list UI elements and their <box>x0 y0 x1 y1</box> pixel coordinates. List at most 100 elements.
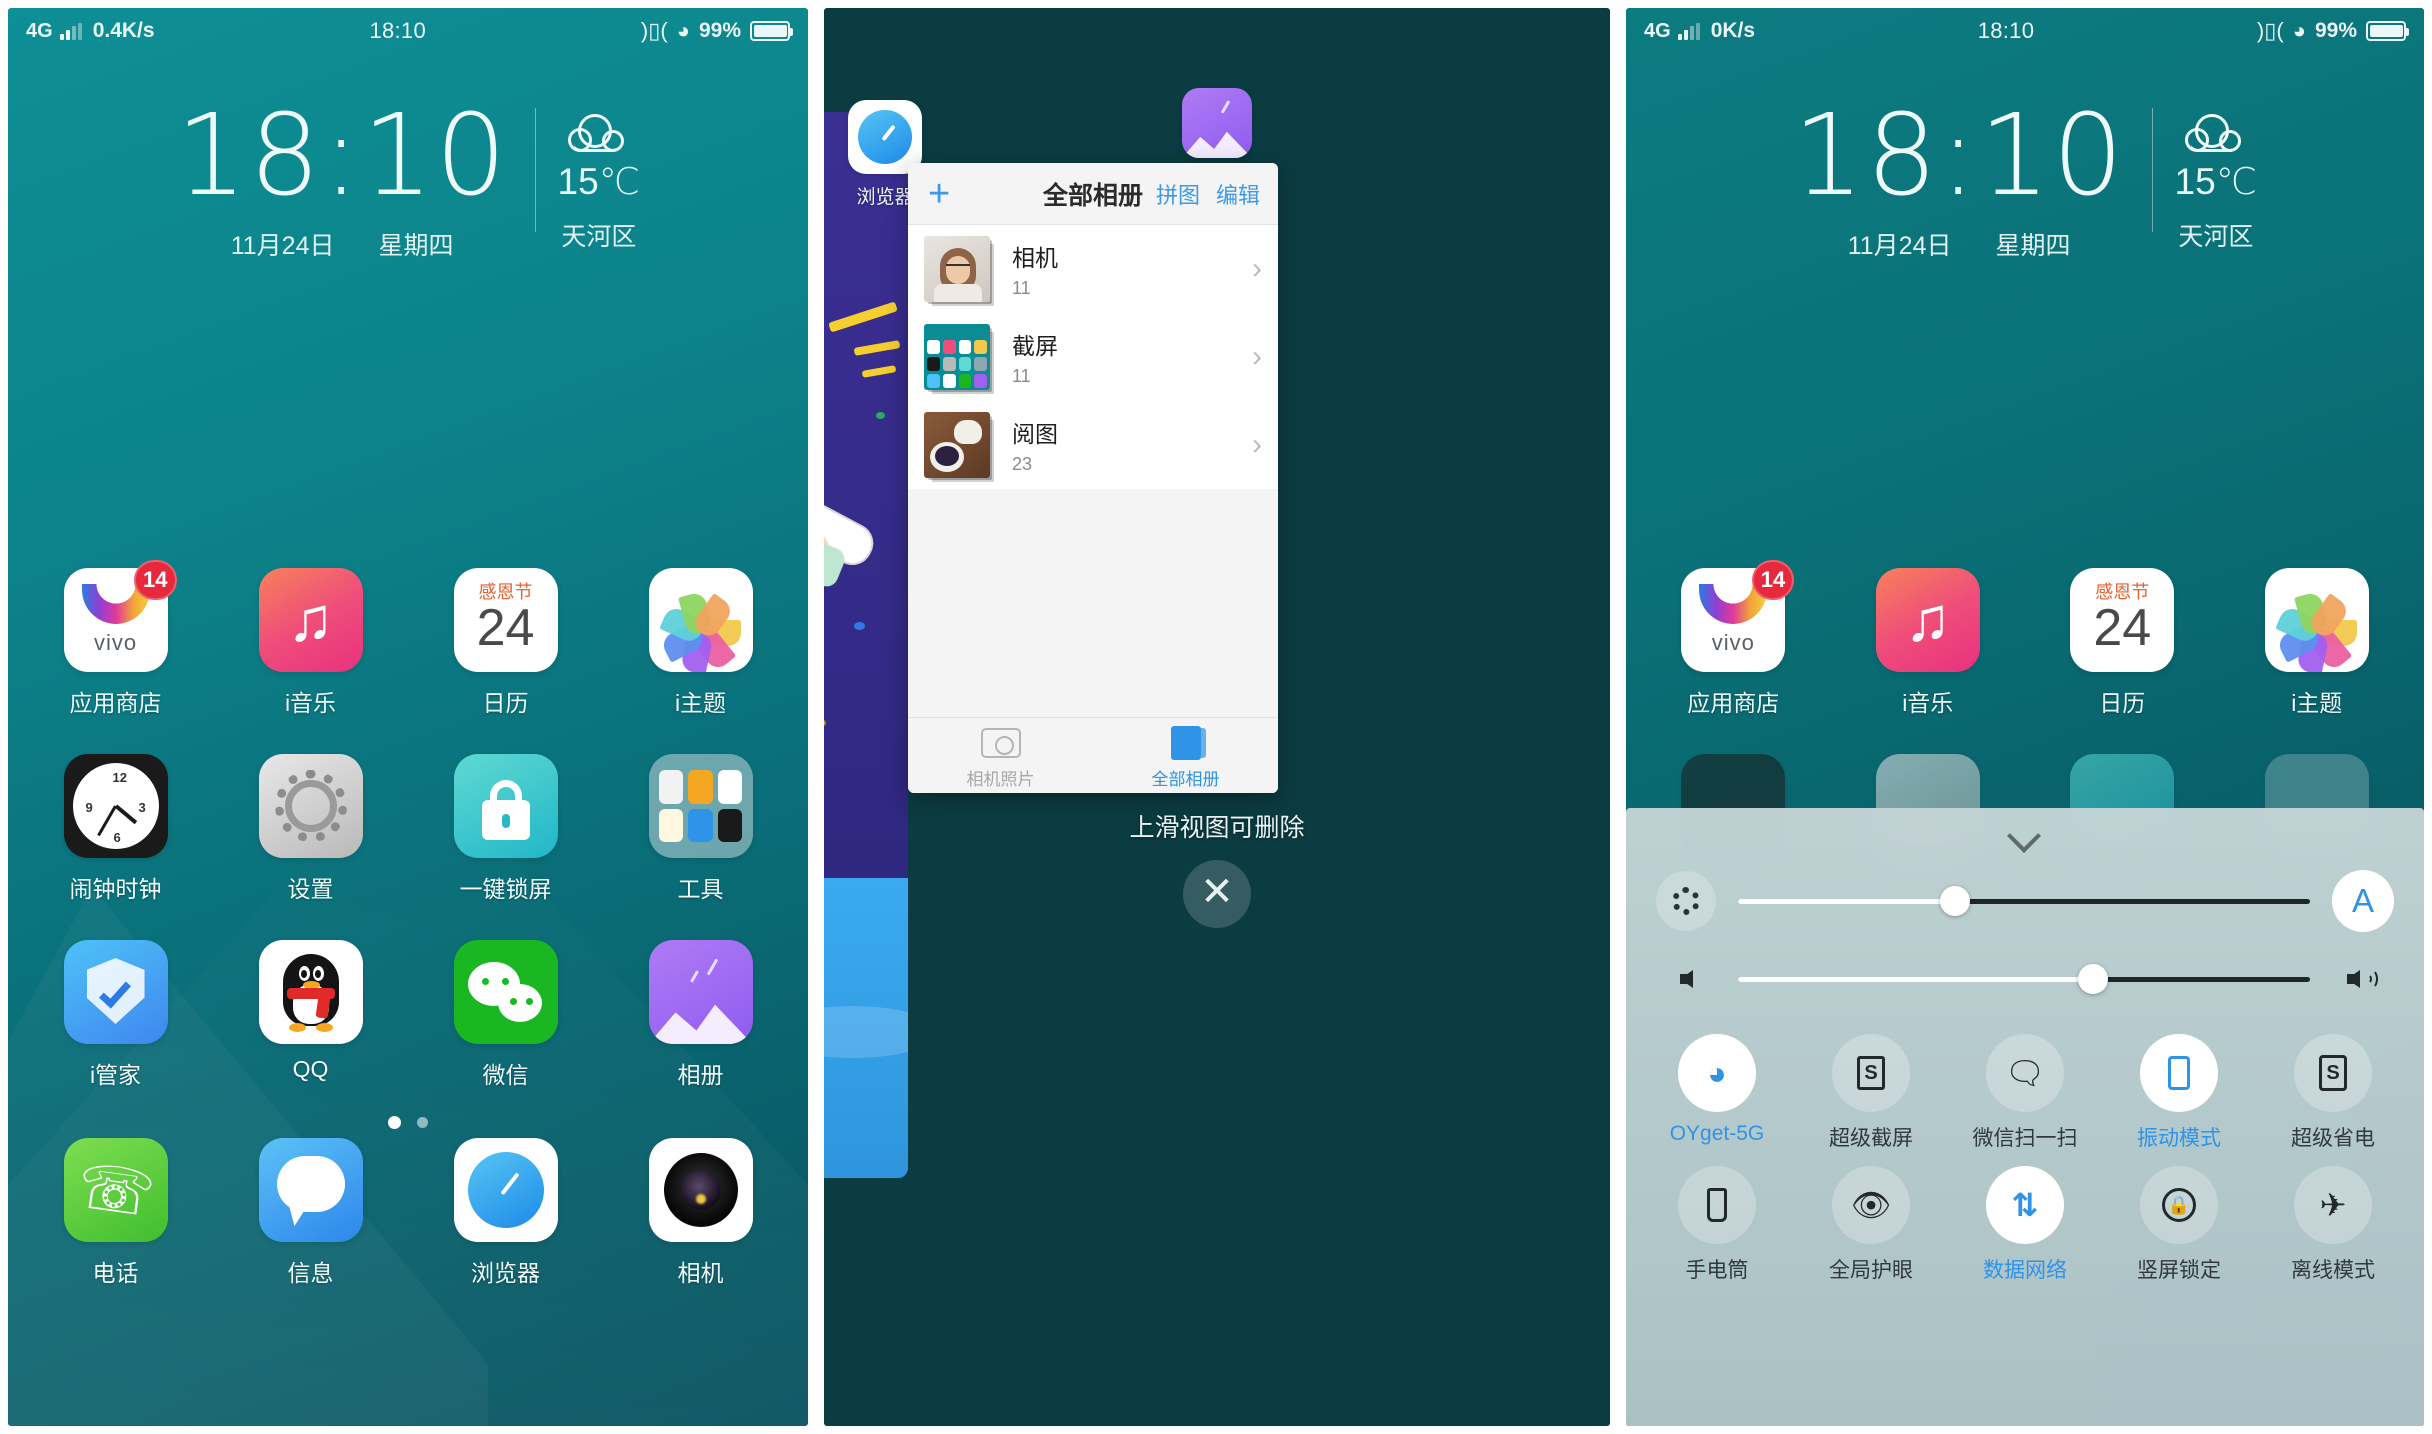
close-icon: ✕ <box>1200 870 1234 914</box>
panel-home-screen: 4G 0.4K/s 18:10 )▯( ◕ 99% 18:10 11月24日 星… <box>8 8 808 1426</box>
add-album-button[interactable]: + <box>908 175 970 213</box>
app-folder-tools[interactable]: 工具 <box>626 754 776 904</box>
clock-weather-widget[interactable]: 18:10 11月24日 星期四 15℃ 天河区 <box>8 100 808 262</box>
network-type-label: 4G <box>26 19 53 42</box>
app-label: 相册 <box>677 1062 724 1088</box>
status-bar-control: 4G 0K/s 18:10 )▯( ◕ 99% <box>1626 8 2424 54</box>
widget-divider <box>2151 108 2153 232</box>
dock-icon-camera[interactable]: 相机 <box>626 1138 776 1288</box>
toggle-mobile-data[interactable]: ⇅ 数据网络 <box>1963 1166 2087 1284</box>
toggle-rotation-lock[interactable]: 🔒 竖屏锁定 <box>2117 1166 2241 1284</box>
quick-toggles: ◕ OYget-5G S 超级截屏 🗨 微信扫一扫 振动模式 S 超级省电 手电… <box>1626 1018 2424 1284</box>
clock-time: 18:10 <box>175 91 509 221</box>
app-icon-lockscreen[interactable]: 一键锁屏 <box>431 754 581 904</box>
weather-district: 天河区 <box>561 223 637 251</box>
phone-icon: ☏ <box>72 1151 159 1231</box>
clock-weather-widget[interactable]: 18:10 11月24日 星期四 15℃ 天河区 <box>1626 100 2424 262</box>
toggle-label: 超级截屏 <box>1829 1127 1913 1150</box>
album-list-item[interactable]: 阅图 23 › <box>908 401 1278 489</box>
dock-icon-browser[interactable]: 浏览器 <box>431 1138 581 1288</box>
app-icon-alarm-clock[interactable]: 12 3 6 9 闹钟时钟 <box>41 754 191 904</box>
dock-icon-messages[interactable]: 信息 <box>236 1138 386 1288</box>
app-icon-itheme[interactable]: i主题 <box>2242 568 2392 718</box>
dock-icon-phone[interactable]: ☏ 电话 <box>41 1138 191 1288</box>
clock-time: 18:10 <box>1792 91 2126 221</box>
messages-icon <box>258 1138 363 1242</box>
page-indicator[interactable] <box>8 1116 808 1129</box>
volume-slider-row[interactable] <box>1626 940 2424 1018</box>
app-icon-settings[interactable]: 设置 <box>236 754 386 904</box>
app-icon-imusic[interactable]: ♫ i音乐 <box>236 568 386 718</box>
album-list-item[interactable]: 截屏 11 › <box>908 313 1278 401</box>
signal-bars-icon <box>59 22 82 40</box>
toggle-airplane-mode[interactable]: ✈ 离线模式 <box>2271 1166 2395 1284</box>
album-count: 23 <box>1012 454 1033 474</box>
toggle-row-1: ◕ OYget-5G S 超级截屏 🗨 微信扫一扫 振动模式 S 超级省电 <box>1640 1034 2410 1152</box>
app-icon-calendar[interactable]: 感恩节 24 日历 <box>431 568 581 718</box>
volume-slider[interactable] <box>1738 964 2310 994</box>
toggle-label: OYget-5G <box>1669 1122 1765 1145</box>
brightness-gear-icon[interactable] <box>1656 871 1716 931</box>
app-label: 日历 <box>482 690 529 716</box>
app-icon-appstore[interactable]: vivo 14 应用商店 <box>41 560 191 718</box>
app-icon-calendar[interactable]: 感恩节 24 日历 <box>2047 568 2197 718</box>
app-icon-appstore[interactable]: vivo 14 应用商店 <box>1658 560 1808 718</box>
app-icon-qq[interactable]: QQ <box>236 940 386 1090</box>
chevron-right-icon: › <box>1252 252 1262 285</box>
album-app-preview-card[interactable]: + 全部相册 拼图 编辑 相机 11 › 截屏 11 › 阅图 23 › 相机照… <box>908 163 1278 793</box>
edit-button[interactable]: 编辑 <box>1216 178 1260 210</box>
album-list-item[interactable]: 相机 11 › <box>908 225 1278 313</box>
vibrate-status-icon: )▯( <box>2256 18 2284 43</box>
clock-numeral-9: 9 <box>85 800 93 815</box>
toggle-label: 超级省电 <box>2291 1127 2375 1150</box>
toggle-label: 离线模式 <box>2291 1259 2375 1282</box>
toggle-wifi[interactable]: ◕ OYget-5G <box>1655 1034 1779 1152</box>
app-label: 相机 <box>677 1260 724 1286</box>
security-shield-icon <box>63 940 168 1044</box>
clock-weekday: 星期四 <box>1995 232 2071 260</box>
close-all-button[interactable]: ✕ <box>1183 860 1251 928</box>
widget-divider <box>534 108 536 232</box>
brightness-slider-row[interactable]: A <box>1626 862 2424 940</box>
album-name: 截屏 <box>1012 333 1058 359</box>
auto-brightness-button[interactable]: A <box>2332 870 2394 932</box>
app-icon-album[interactable]: 相册 <box>626 940 776 1090</box>
panel-recent-apps: 门头条 浏览器 相册 + 全部相册 拼图 编辑 <box>824 8 1610 1426</box>
toggle-vibrate[interactable]: 振动模式 <box>2117 1034 2241 1152</box>
tab-all-albums[interactable]: 全部相册 <box>1093 718 1278 793</box>
status-time: 18:10 <box>369 18 427 43</box>
toggle-wechat-scan[interactable]: 🗨 微信扫一扫 <box>1963 1034 2087 1152</box>
app-label: QQ <box>292 1056 329 1082</box>
tab-label: 全部相册 <box>1151 770 1220 789</box>
vivo-brand-label: vivo <box>1711 630 1755 655</box>
toggle-super-screenshot[interactable]: S 超级截屏 <box>1809 1034 1933 1152</box>
toggle-super-power-save[interactable]: S 超级省电 <box>2271 1034 2395 1152</box>
app-icon-imusic[interactable]: ♫ i音乐 <box>1853 568 2003 718</box>
app-label: 设置 <box>287 876 334 902</box>
album-toolbar: + 全部相册 拼图 编辑 <box>908 163 1278 225</box>
battery-percent-label: 99% <box>2314 19 2357 42</box>
app-icon-itheme[interactable]: i主题 <box>626 568 776 718</box>
app-icon-iguard[interactable]: i管家 <box>41 940 191 1090</box>
recent-card-toutiao[interactable]: 门头条 <box>824 112 908 1178</box>
screenshot-stage: 4G 0.4K/s 18:10 )▯( ◕ 99% 18:10 11月24日 星… <box>0 0 2432 1434</box>
music-note-icon: ♫ <box>287 585 334 655</box>
tab-camera-photos[interactable]: 相机照片 <box>908 718 1093 793</box>
toggle-eye-care[interactable]: 👁 全局护眼 <box>1809 1166 1933 1284</box>
toggle-flashlight[interactable]: 手电筒 <box>1655 1166 1779 1284</box>
collapse-handle[interactable] <box>1626 808 2424 862</box>
app-label: i音乐 <box>284 690 337 716</box>
app-label: 应用商店 <box>1687 690 1780 716</box>
panel-control-center: 4G 0K/s 18:10 )▯( ◕ 99% 18:10 11月24日 星期四 <box>1626 8 2424 1426</box>
toggle-label: 全局护眼 <box>1829 1259 1913 1282</box>
album-thumbnail <box>924 236 990 302</box>
brightness-slider[interactable] <box>1738 886 2310 916</box>
app-icon-wechat[interactable]: 微信 <box>431 940 581 1090</box>
app-label: 工具 <box>677 876 724 902</box>
clock-weekday: 星期四 <box>378 232 454 260</box>
super-screenshot-icon: S <box>1857 1056 1885 1090</box>
clock-date: 11月24日 <box>1847 232 1952 260</box>
collage-button[interactable]: 拼图 <box>1156 178 1200 210</box>
mobile-data-icon: ⇅ <box>2011 1187 2039 1223</box>
theme-pinwheel-icon <box>658 579 742 672</box>
